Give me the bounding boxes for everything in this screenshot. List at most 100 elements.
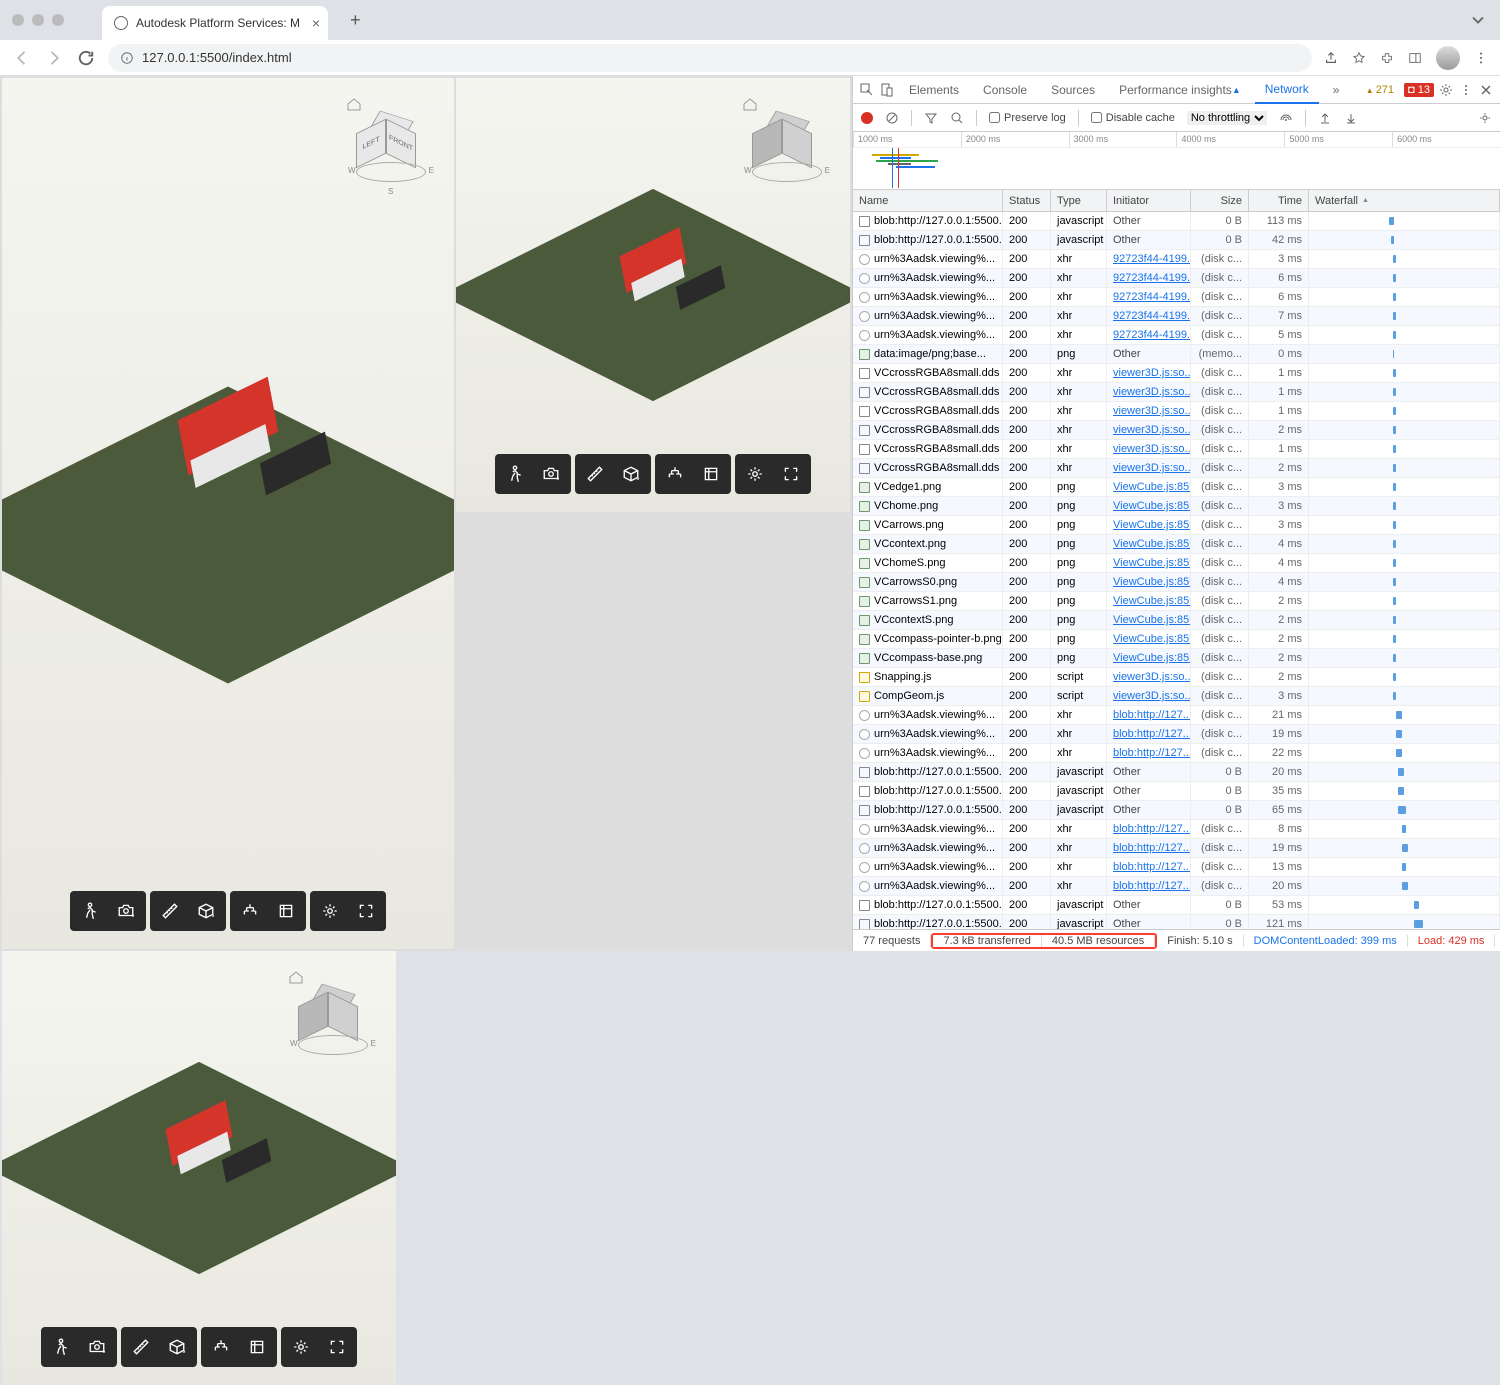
cell-initiator[interactable]: ViewCube.js:859 <box>1107 535 1191 553</box>
cell-initiator[interactable]: ViewCube.js:859 <box>1107 611 1191 629</box>
device-toggle-icon[interactable] <box>879 82 895 98</box>
clear-icon[interactable] <box>885 111 899 125</box>
network-row[interactable]: VChomeS.png200pngViewCube.js:859(disk c.… <box>853 554 1500 573</box>
cell-initiator[interactable]: viewer3D.js:so... <box>1107 440 1191 458</box>
viewcube[interactable]: W E <box>742 96 832 186</box>
extensions-icon[interactable] <box>1380 51 1394 65</box>
cell-initiator[interactable]: ViewCube.js:859 <box>1107 497 1191 515</box>
cell-initiator[interactable]: ViewCube.js:859 <box>1107 592 1191 610</box>
network-row[interactable]: urn%3Aadsk.viewing%...200xhr92723f44-419… <box>853 307 1500 326</box>
viewcube[interactable]: W E <box>288 969 378 1059</box>
disable-cache-checkbox[interactable]: Disable cache <box>1091 112 1175 124</box>
camera-icon[interactable] <box>79 1329 115 1365</box>
viewcube[interactable]: TOP LEFT FRONT W E S <box>346 96 436 186</box>
cell-initiator[interactable]: viewer3D.js:so... <box>1107 668 1191 686</box>
network-row[interactable]: VCarrowsS1.png200pngViewCube.js:859(disk… <box>853 592 1500 611</box>
fullscreen-icon[interactable] <box>773 456 809 492</box>
properties-icon[interactable] <box>693 456 729 492</box>
panel-icon[interactable] <box>1408 51 1422 65</box>
viewer-secondary-1[interactable]: W E <box>456 78 850 512</box>
measure-icon[interactable] <box>577 456 613 492</box>
network-timeline[interactable]: 1000 ms2000 ms3000 ms4000 ms5000 ms6000 … <box>853 132 1500 190</box>
network-row[interactable]: VCcrossRGBA8small.dds200xhrviewer3D.js:s… <box>853 440 1500 459</box>
tab-more[interactable]: » <box>1323 76 1350 104</box>
section-icon[interactable] <box>613 456 649 492</box>
properties-icon[interactable] <box>268 893 304 929</box>
inspect-icon[interactable] <box>859 82 875 98</box>
network-row[interactable]: urn%3Aadsk.viewing%...200xhrblob:http://… <box>853 877 1500 896</box>
network-row[interactable]: urn%3Aadsk.viewing%...200xhr92723f44-419… <box>853 250 1500 269</box>
cell-initiator[interactable]: ViewCube.js:859 <box>1107 649 1191 667</box>
fullscreen-icon[interactable] <box>319 1329 355 1365</box>
cell-initiator[interactable]: ViewCube.js:859 <box>1107 573 1191 591</box>
compass[interactable]: W E <box>298 1035 368 1059</box>
search-icon[interactable] <box>950 111 964 125</box>
network-row[interactable]: blob:http://127.0.0.1:5500...200javascri… <box>853 896 1500 915</box>
filter-icon[interactable] <box>924 111 938 125</box>
window-close-icon[interactable] <box>12 14 24 26</box>
properties-icon[interactable] <box>239 1329 275 1365</box>
cell-initiator[interactable]: blob:http://127... <box>1107 744 1191 762</box>
network-row[interactable]: VChome.png200pngViewCube.js:859(disk c..… <box>853 497 1500 516</box>
network-row[interactable]: blob:http://127.0.0.1:5500...200javascri… <box>853 212 1500 231</box>
back-button[interactable] <box>12 48 32 68</box>
cell-initiator[interactable]: blob:http://127... <box>1107 839 1191 857</box>
viewer-main[interactable]: TOP LEFT FRONT W E S <box>2 78 454 949</box>
network-row[interactable]: data:image/png;base...200pngOther(memo..… <box>853 345 1500 364</box>
network-conditions-icon[interactable] <box>1279 111 1293 125</box>
tab-performance[interactable]: Performance insights ▲ <box>1109 76 1251 104</box>
measure-icon[interactable] <box>152 893 188 929</box>
camera-icon[interactable] <box>533 456 569 492</box>
forward-button[interactable] <box>44 48 64 68</box>
star-icon[interactable] <box>1352 51 1366 65</box>
network-row[interactable]: urn%3Aadsk.viewing%...200xhrblob:http://… <box>853 820 1500 839</box>
viewer-secondary-2[interactable]: W E <box>2 951 396 1385</box>
cell-initiator[interactable]: ViewCube.js:859 <box>1107 554 1191 572</box>
home-icon[interactable] <box>742 96 758 112</box>
network-row[interactable]: VCcontext.png200pngViewCube.js:859(disk … <box>853 535 1500 554</box>
viewcube-front[interactable]: FRONT <box>386 119 416 169</box>
close-tab-icon[interactable]: × <box>312 15 320 31</box>
cell-initiator[interactable]: viewer3D.js:so... <box>1107 687 1191 705</box>
network-row[interactable]: CompGeom.js200scriptviewer3D.js:so...(di… <box>853 687 1500 706</box>
cell-initiator[interactable]: 92723f44-4199... <box>1107 269 1191 287</box>
network-row[interactable]: urn%3Aadsk.viewing%...200xhr92723f44-419… <box>853 326 1500 345</box>
network-row[interactable]: VCcrossRGBA8small.dds200xhrviewer3D.js:s… <box>853 459 1500 478</box>
record-button[interactable] <box>861 112 873 124</box>
cell-initiator[interactable]: ViewCube.js:859 <box>1107 516 1191 534</box>
window-minimize-icon[interactable] <box>32 14 44 26</box>
network-row[interactable]: urn%3Aadsk.viewing%...200xhrblob:http://… <box>853 744 1500 763</box>
network-row[interactable]: blob:http://127.0.0.1:5500...200javascri… <box>853 763 1500 782</box>
network-row[interactable]: blob:http://127.0.0.1:5500...200javascri… <box>853 231 1500 250</box>
network-row[interactable]: VCcompass-pointer-b.png200pngViewCube.js… <box>853 630 1500 649</box>
cell-initiator[interactable]: Other <box>1107 896 1191 914</box>
cell-initiator[interactable]: viewer3D.js:so... <box>1107 383 1191 401</box>
network-row[interactable]: urn%3Aadsk.viewing%...200xhrblob:http://… <box>853 858 1500 877</box>
network-row[interactable]: blob:http://127.0.0.1:5500...200javascri… <box>853 915 1500 929</box>
settings-icon[interactable] <box>737 456 773 492</box>
fullscreen-icon[interactable] <box>348 893 384 929</box>
camera-icon[interactable] <box>108 893 144 929</box>
browser-tab[interactable]: Autodesk Platform Services: M × <box>102 6 328 40</box>
window-maximize-icon[interactable] <box>52 14 64 26</box>
cell-initiator[interactable]: Other <box>1107 782 1191 800</box>
col-type[interactable]: Type <box>1051 190 1107 211</box>
measure-icon[interactable] <box>123 1329 159 1365</box>
cell-initiator[interactable]: 92723f44-4199... <box>1107 250 1191 268</box>
share-icon[interactable] <box>1324 51 1338 65</box>
tree-icon[interactable] <box>232 893 268 929</box>
tree-icon[interactable] <box>657 456 693 492</box>
compass[interactable]: W E <box>752 162 822 186</box>
settings-icon[interactable] <box>283 1329 319 1365</box>
cell-initiator[interactable]: Other <box>1107 763 1191 781</box>
network-row[interactable]: blob:http://127.0.0.1:5500...200javascri… <box>853 782 1500 801</box>
walk-icon[interactable] <box>43 1329 79 1365</box>
cell-initiator[interactable]: ViewCube.js:859 <box>1107 478 1191 496</box>
warnings-badge[interactable]: 271 <box>1362 84 1398 96</box>
network-row[interactable]: VCcrossRGBA8small.dds200xhrviewer3D.js:s… <box>853 383 1500 402</box>
cell-initiator[interactable]: blob:http://127... <box>1107 820 1191 838</box>
cell-initiator[interactable]: blob:http://127... <box>1107 858 1191 876</box>
preserve-log-checkbox[interactable]: Preserve log <box>989 112 1066 124</box>
cell-initiator[interactable]: Other <box>1107 915 1191 929</box>
section-icon[interactable] <box>159 1329 195 1365</box>
